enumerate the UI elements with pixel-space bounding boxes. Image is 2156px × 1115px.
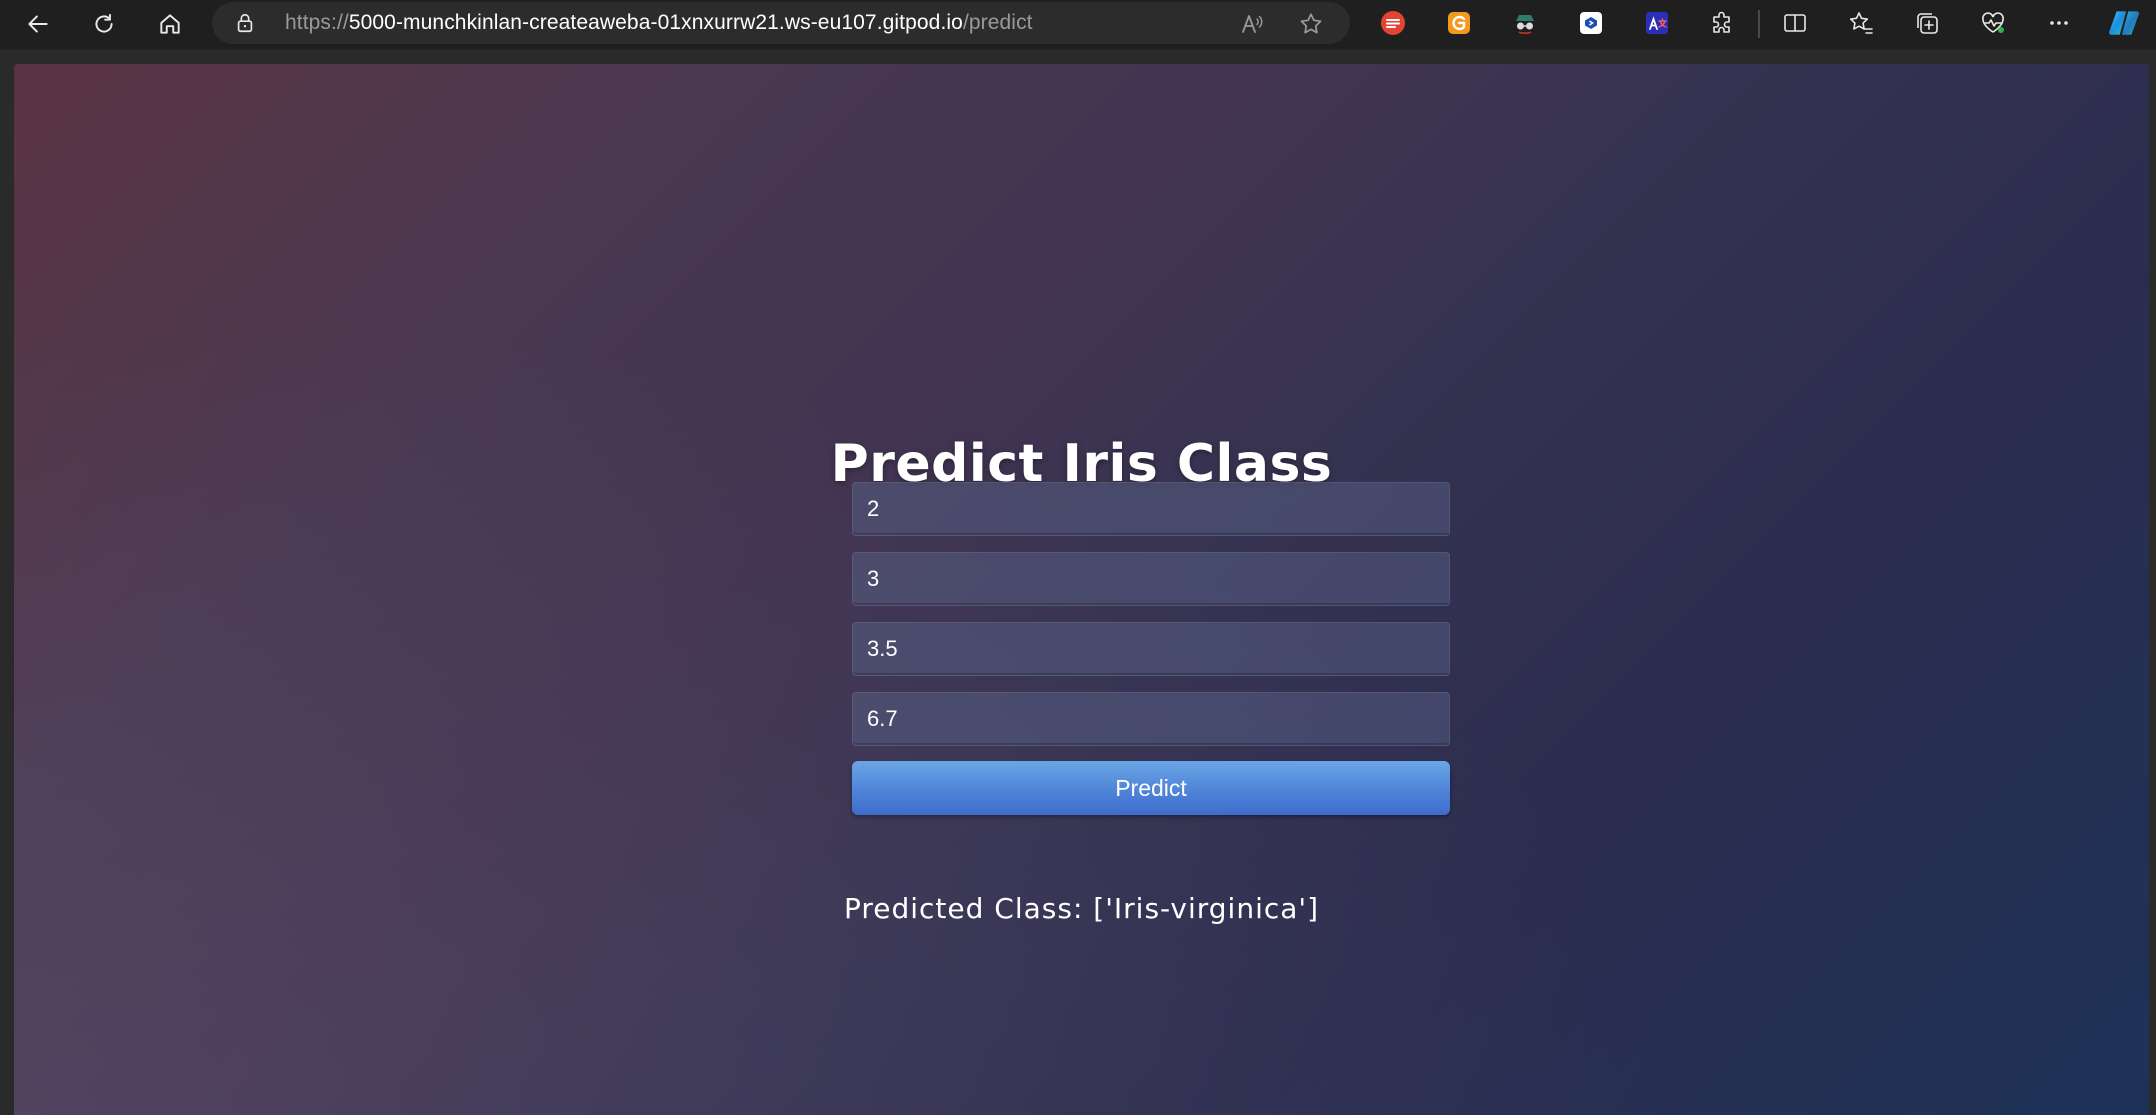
more-icon xyxy=(2050,21,2068,25)
url-host: 5000-munchkinlan-createaweba-01xnxurrw21… xyxy=(348,11,963,34)
grammarly-icon xyxy=(1448,12,1470,34)
toolbar-divider xyxy=(1758,10,1760,38)
refresh-button[interactable] xyxy=(84,6,124,42)
split-screen-button[interactable] xyxy=(1780,8,1810,38)
collections-icon xyxy=(1917,13,1938,34)
back-arrow-icon xyxy=(28,15,48,33)
feature-input-4[interactable] xyxy=(852,692,1450,746)
spy-extension[interactable] xyxy=(1510,8,1540,38)
favorite-button[interactable] xyxy=(1297,10,1325,38)
url-path: /predict xyxy=(962,11,1033,34)
puzzle-icon xyxy=(1713,11,1730,33)
favorites-button[interactable] xyxy=(1846,8,1876,38)
address-bar[interactable]: https://5000-munchkinlan-createaweba-01x… xyxy=(212,2,1350,44)
url-text[interactable]: https://5000-munchkinlan-createaweba-01x… xyxy=(285,12,1033,34)
favorites-icon xyxy=(1849,12,1873,34)
split-screen-icon xyxy=(1784,14,1806,32)
todoist-extension[interactable] xyxy=(1378,8,1408,38)
copilot-icon xyxy=(2109,11,2139,35)
feature-input-1[interactable] xyxy=(852,482,1450,536)
browser-toolbar: https://5000-munchkinlan-createaweba-01x… xyxy=(0,0,2156,48)
translate-icon xyxy=(1646,12,1668,34)
home-icon xyxy=(160,14,180,34)
extensions-button[interactable] xyxy=(1708,8,1738,38)
refresh-icon xyxy=(95,13,113,33)
home-button[interactable] xyxy=(150,6,190,42)
terminal-extension[interactable] xyxy=(1576,8,1606,38)
read-aloud-button[interactable] xyxy=(1238,10,1266,38)
page-viewport: Predict Iris Class Predict Predicted Cla… xyxy=(14,64,2149,1115)
predict-button[interactable]: Predict xyxy=(852,761,1450,815)
back-button[interactable] xyxy=(18,6,58,42)
url-scheme: https:// xyxy=(285,11,349,34)
prediction-result: Predicted Class: ['Iris-virginica'] xyxy=(843,892,1320,925)
read-aloud-icon xyxy=(1242,15,1263,33)
copilot-button[interactable] xyxy=(2106,8,2142,38)
heartbeat-icon xyxy=(1982,12,2004,33)
star-icon xyxy=(1300,13,1322,34)
lock-icon[interactable] xyxy=(234,12,256,34)
todoist-icon xyxy=(1381,11,1405,35)
spy-icon xyxy=(1516,15,1534,34)
translate-extension[interactable] xyxy=(1642,8,1672,38)
performance-button[interactable] xyxy=(1978,8,2008,38)
feature-input-3[interactable] xyxy=(852,622,1450,676)
more-button[interactable] xyxy=(2044,8,2074,38)
collections-button[interactable] xyxy=(1912,8,1942,38)
feature-input-2[interactable] xyxy=(852,552,1450,606)
grammarly-extension[interactable] xyxy=(1444,8,1474,38)
terminal-icon xyxy=(1580,12,1602,34)
